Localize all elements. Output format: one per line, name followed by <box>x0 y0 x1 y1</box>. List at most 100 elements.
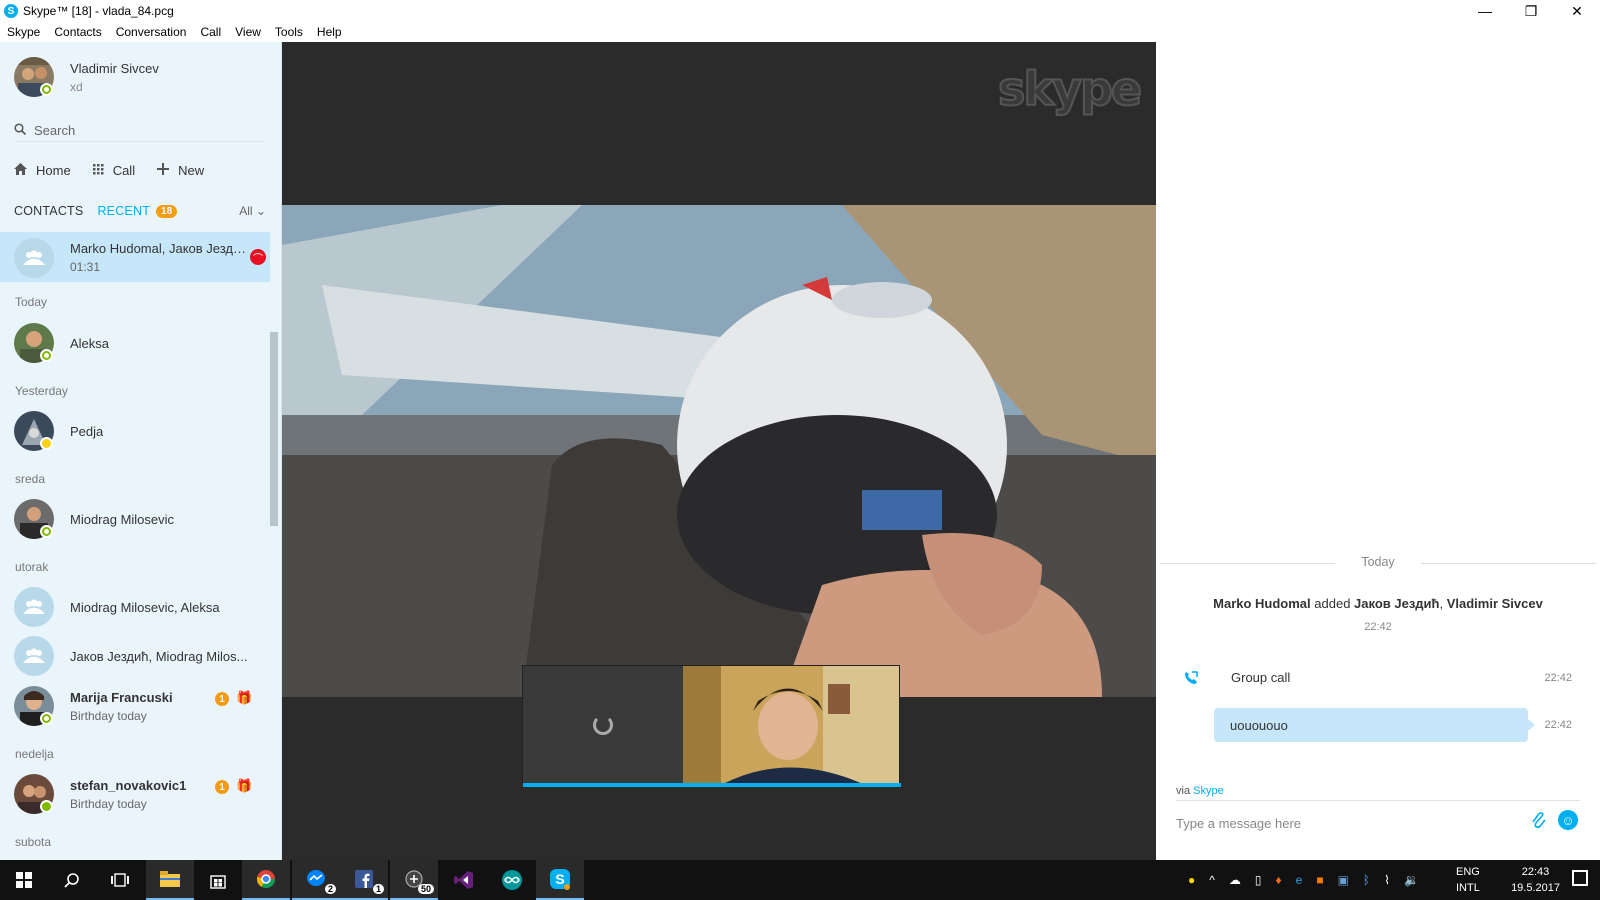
action-center-icon[interactable] <box>1572 870 1588 886</box>
file-explorer-icon[interactable] <box>146 860 194 900</box>
chat-pane: Today Marko Hudomal added Јаков Јездић, … <box>1156 42 1600 860</box>
profile-header[interactable]: Vladimir Sivcev xd <box>0 42 281 114</box>
tray-defender-icon[interactable]: ♦ <box>1276 873 1282 887</box>
message-input[interactable]: Type a message here <box>1176 816 1301 831</box>
visual-studio-icon[interactable] <box>440 860 488 900</box>
recent-count-badge: 18 <box>156 204 178 218</box>
close-button[interactable]: ✕ <box>1554 0 1600 22</box>
home-button[interactable]: Home <box>14 162 71 178</box>
loading-spinner-icon <box>593 715 613 735</box>
skype-watermark-logo: skype <box>997 61 1143 117</box>
tab-contacts[interactable]: CONTACTS <box>14 204 83 218</box>
messenger-icon[interactable]: 2 <box>292 860 340 900</box>
input-language-indicator[interactable]: ENG INTL <box>1456 864 1480 896</box>
group-avatar-icon <box>14 636 54 676</box>
menu-view[interactable]: View <box>235 25 261 39</box>
presence-away-icon <box>40 437 53 450</box>
tray-onedrive-icon[interactable]: ☁ <box>1229 873 1241 887</box>
tray-orange-app-icon[interactable]: ■ <box>1316 873 1323 887</box>
tray-usb-icon[interactable]: ▯ <box>1255 873 1262 887</box>
clock-time: 22:43 <box>1521 866 1550 878</box>
attach-file-icon[interactable] <box>1532 812 1546 835</box>
system-actor[interactable]: Marko Hudomal <box>1213 596 1311 611</box>
list-item-stefan[interactable]: stefan_novakovic1 Birthday today 1 🎁 <box>0 768 270 820</box>
list-item-group1[interactable]: Miodrag Milosevic, Aleksa <box>0 582 270 632</box>
windows-taskbar: 2 1 50 S ● ^ ☁ ▯ ♦ e ■ ▣ ᛒ ⌇ 🔉 ENG INTL … <box>0 860 1600 900</box>
section-today: Today <box>15 295 48 309</box>
menu-help[interactable]: Help <box>317 25 342 39</box>
menu-call[interactable]: Call <box>200 25 221 39</box>
section-nedelja: nedelja <box>15 747 54 761</box>
compose-divider <box>1176 800 1580 801</box>
list-item-aleksa[interactable]: Aleksa <box>0 318 270 368</box>
tray-app-icon[interactable]: ● <box>1188 873 1195 887</box>
skype-taskbar-icon[interactable]: S <box>536 860 584 900</box>
birthday-status: Birthday today <box>70 797 147 811</box>
chrome-icon[interactable] <box>242 860 290 900</box>
gift-icon: 🎁 <box>236 690 253 705</box>
minimize-button[interactable]: — <box>1462 0 1508 22</box>
search-placeholder: Search <box>34 123 76 138</box>
list-item-marija[interactable]: Marija Francuski Birthday today 1 🎁 <box>0 680 270 732</box>
menu-tools[interactable]: Tools <box>275 25 303 39</box>
start-button-windows-icon[interactable] <box>0 860 48 900</box>
self-video-panel[interactable] <box>522 665 901 787</box>
new-button[interactable]: New <box>157 162 205 178</box>
sidebar-nav: Home Call New <box>14 160 226 180</box>
menu-contacts[interactable]: Contacts <box>54 25 101 39</box>
group-call-time: 22:42 <box>1544 672 1572 684</box>
list-item-pedja[interactable]: Pedja <box>0 406 270 456</box>
section-sreda: sreda <box>15 472 46 486</box>
task-view-icon[interactable] <box>96 860 144 900</box>
menu-conversation[interactable]: Conversation <box>116 25 187 39</box>
via-skype-link[interactable]: Skype <box>1193 785 1224 797</box>
menu-skype[interactable]: Skype <box>7 25 40 39</box>
tab-recent[interactable]: RECENT <box>97 204 150 218</box>
skype-app-icon: S <box>4 4 18 18</box>
tray-chevron-icon[interactable]: ^ <box>1209 873 1215 887</box>
list-item-group2[interactable]: Јаков Јездић, Miodrag Milos... <box>0 631 270 681</box>
restore-button[interactable]: ❐ <box>1508 0 1554 22</box>
call-button[interactable]: Call <box>92 163 135 178</box>
sidebar-scrollbar[interactable] <box>270 332 278 526</box>
game-app-icon[interactable]: 50 <box>390 860 438 900</box>
hangup-icon[interactable]: ⌒ <box>250 249 266 265</box>
filter-dropdown[interactable]: All ⌄ <box>239 204 266 218</box>
system-target-2[interactable]: Vladimir Sivcev <box>1447 596 1543 611</box>
tray-network-tool-icon[interactable]: ▣ <box>1338 873 1349 887</box>
tray-browser-icon[interactable]: e <box>1296 873 1303 887</box>
sidebar: Vladimir Sivcev xd Search Home Call New <box>0 42 282 860</box>
title-bar: S Skype™ [18] - vlada_84.pcg — ❐ ✕ <box>0 0 1600 22</box>
list-item-active-call[interactable]: Marko Hudomal, Јаков Јездић... 01:31 ⌒ <box>0 232 270 282</box>
section-utorak: utorak <box>15 560 49 574</box>
list-item-miodrag[interactable]: Miodrag Milosevic <box>0 494 270 544</box>
language-layout: INTL <box>1456 882 1480 894</box>
menu-bar: Skype Contacts Conversation Call View To… <box>0 22 1600 42</box>
group-call-label[interactable]: Group call <box>1231 670 1290 685</box>
contact-name: Pedja <box>70 424 104 439</box>
volume-icon[interactable]: 🔉 <box>1404 873 1419 887</box>
new-label: New <box>178 162 205 178</box>
message-bubble[interactable]: uouououo <box>1214 708 1535 742</box>
facebook-icon[interactable]: 1 <box>340 860 388 900</box>
taskbar-clock[interactable]: 22:43 19.5.2017 <box>1511 864 1560 896</box>
tray-bluetooth-icon[interactable]: ᛒ <box>1363 873 1370 887</box>
video-call-area: skype <box>282 42 1156 860</box>
group-avatar-icon <box>14 587 54 627</box>
system-message-time: 22:42 <box>1364 621 1392 633</box>
call-duration: 01:31 <box>70 260 101 274</box>
wifi-icon[interactable]: ⌇ <box>1384 873 1390 887</box>
unread-badge: 1 <box>215 692 229 706</box>
group-call-icon <box>1184 671 1198 688</box>
emoticon-icon[interactable]: ☺ <box>1558 810 1578 830</box>
store-icon[interactable] <box>194 860 242 900</box>
search-icon <box>14 123 34 138</box>
chevron-down-icon: ⌄ <box>255 204 266 218</box>
system-target-1[interactable]: Јаков Јездић <box>1354 596 1439 611</box>
presence-online-icon <box>40 83 53 96</box>
search-box[interactable]: Search <box>14 120 264 142</box>
via-prefix: via <box>1176 785 1194 797</box>
profile-name: Vladimir Sivcev <box>70 61 159 76</box>
taskbar-search-icon[interactable] <box>48 860 96 900</box>
arduino-icon[interactable] <box>488 860 536 900</box>
